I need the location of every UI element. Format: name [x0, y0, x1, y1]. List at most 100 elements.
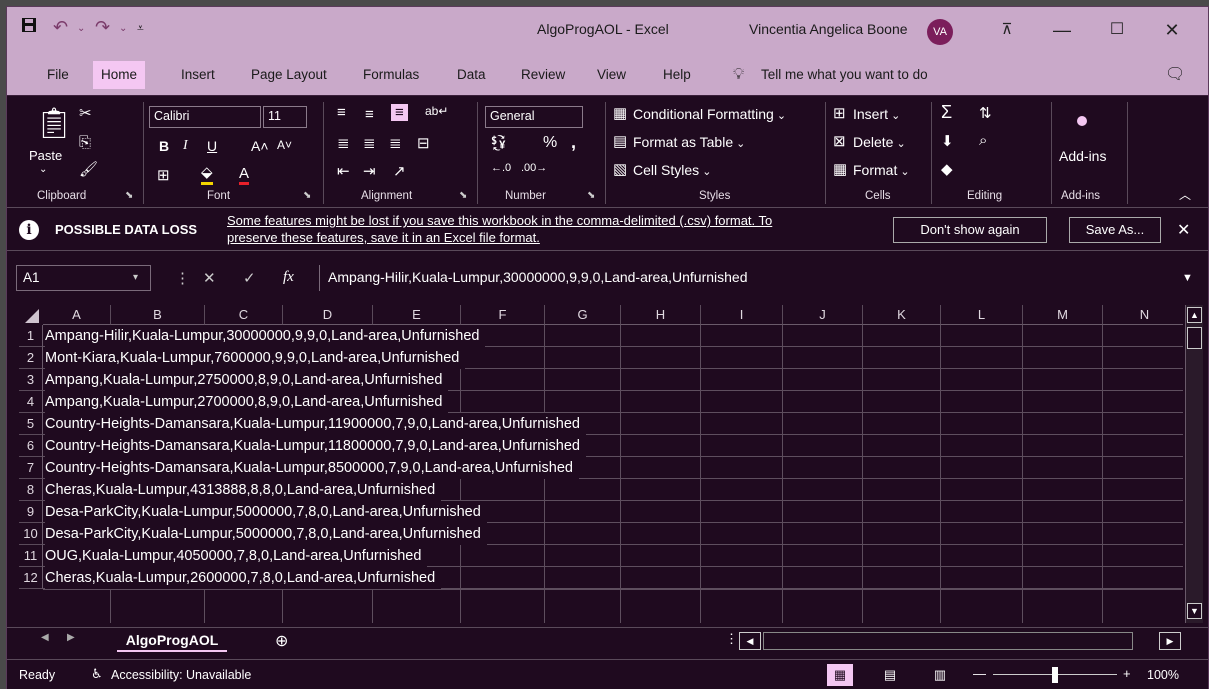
column-header-e[interactable]: E	[373, 305, 461, 325]
addins-icon[interactable]	[1077, 116, 1087, 126]
prev-sheet-icon[interactable]: ◀	[41, 632, 49, 643]
chevron-down-icon[interactable]: ▾	[133, 272, 138, 283]
chevron-down-icon[interactable]: ⌄	[897, 166, 909, 178]
column-header-f[interactable]: F	[461, 305, 545, 325]
expand-formula-bar-icon[interactable]: ▼	[1182, 272, 1193, 284]
table-row[interactable]: Desa-ParkCity,Kuala-Lumpur,5000000,7,8,0…	[45, 501, 487, 523]
row-header[interactable]: 4	[19, 391, 43, 413]
tab-page-layout[interactable]: Page Layout	[243, 61, 335, 89]
increase-font-icon[interactable]: A˄	[251, 138, 269, 154]
insert-function-icon[interactable]: fx	[283, 269, 294, 286]
format-painter-icon[interactable]: 🖌︎	[79, 160, 98, 178]
increase-decimal-icon[interactable]: ←.0	[491, 162, 511, 174]
align-right-icon[interactable]: ≣	[389, 134, 402, 152]
column-header-d[interactable]: D	[283, 305, 373, 325]
format-as-table-icon[interactable]: ▤	[613, 132, 627, 150]
chevron-down-icon[interactable]: ⌄	[119, 23, 127, 34]
row-header[interactable]: 7	[19, 457, 43, 479]
page-break-view-icon[interactable]: ▥	[927, 664, 953, 686]
tab-view[interactable]: View	[589, 61, 634, 89]
table-row[interactable]: Country-Heights-Damansara,Kuala-Lumpur,1…	[45, 413, 586, 435]
font-family-select[interactable]: Calibri	[149, 106, 261, 128]
wrap-text-icon[interactable]: ab↵	[425, 104, 448, 118]
row-header[interactable]: 1	[19, 325, 43, 347]
format-as-table-button[interactable]: Format as Table ⌄	[633, 134, 745, 150]
currency-icon[interactable]: 💱︎	[489, 134, 508, 152]
scroll-thumb[interactable]	[1187, 327, 1202, 349]
add-sheet-icon[interactable]: ⊕	[275, 631, 288, 651]
column-header-l[interactable]: L	[941, 305, 1023, 325]
borders-icon[interactable]: ⊞	[157, 166, 170, 184]
row-header[interactable]: 5	[19, 413, 43, 435]
chevron-down-icon[interactable]: ⌄	[77, 23, 85, 34]
addins-button[interactable]: Add-ins	[1059, 148, 1106, 164]
column-header-i[interactable]: I	[701, 305, 783, 325]
close-icon[interactable]: ✕	[1177, 220, 1190, 240]
normal-view-icon[interactable]: ▦	[827, 664, 853, 686]
percent-icon[interactable]: %	[543, 134, 557, 152]
row-header[interactable]: 12	[19, 567, 43, 589]
scroll-down-icon[interactable]: ▼	[1187, 603, 1202, 619]
decrease-indent-icon[interactable]: ⇤	[337, 162, 350, 180]
table-row[interactable]: Ampang-Hilir,Kuala-Lumpur,30000000,9,9,0…	[45, 325, 486, 347]
user-name[interactable]: Vincentia Angelica Boone	[749, 21, 908, 37]
avatar[interactable]: VA	[927, 19, 953, 45]
column-header-b[interactable]: B	[111, 305, 205, 325]
scroll-left-icon[interactable]: ◀	[739, 632, 761, 650]
tab-file[interactable]: File	[39, 61, 77, 89]
column-header-c[interactable]: C	[205, 305, 283, 325]
chevron-down-icon[interactable]: ⌄	[893, 138, 906, 150]
paste-label[interactable]: Paste	[29, 148, 62, 163]
collapse-ribbon-icon[interactable]: ︿	[1179, 186, 1191, 203]
delete-cells-button[interactable]: Delete ⌄	[853, 134, 906, 150]
enter-icon[interactable]: ✓	[243, 269, 256, 287]
tab-home[interactable]: Home	[93, 61, 146, 89]
column-header-a[interactable]: A	[43, 305, 111, 325]
zoom-slider-thumb[interactable]	[1052, 667, 1058, 683]
orientation-icon[interactable]: ↗	[393, 162, 406, 180]
find-select-icon[interactable]: ⌕	[979, 132, 987, 149]
table-row[interactable]: Country-Heights-Damansara,Kuala-Lumpur,1…	[45, 435, 586, 457]
decrease-decimal-icon[interactable]: .00→	[521, 162, 547, 174]
cell-styles-button[interactable]: Cell Styles ⌄	[633, 162, 711, 178]
horizontal-scrollbar[interactable]	[763, 632, 1133, 650]
comma-icon[interactable]: ,	[571, 132, 576, 153]
save-icon[interactable]	[21, 17, 37, 38]
more-options-icon[interactable]: ⋮	[725, 631, 738, 647]
next-sheet-icon[interactable]: ▶	[67, 632, 75, 643]
dialog-launcher-icon[interactable]: ⬊	[303, 190, 311, 201]
clear-icon[interactable]: ◆	[941, 160, 953, 178]
column-header-n[interactable]: N	[1103, 305, 1183, 325]
italic-icon[interactable]: I	[183, 138, 188, 154]
vertical-scrollbar[interactable]: ▲ ▼	[1185, 305, 1203, 623]
chevron-down-icon[interactable]: ⌄	[699, 166, 711, 178]
autosum-icon[interactable]: Σ	[941, 102, 952, 123]
delete-cells-icon[interactable]: ⊠	[833, 132, 846, 150]
table-row[interactable]: Country-Heights-Damansara,Kuala-Lumpur,8…	[45, 457, 579, 479]
underline-icon[interactable]: U	[207, 138, 217, 154]
chevron-down-icon[interactable]: ⌄	[888, 110, 900, 122]
insert-cells-icon[interactable]: ⊞	[833, 104, 846, 122]
column-header-h[interactable]: H	[621, 305, 701, 325]
font-color-icon[interactable]: A	[239, 166, 250, 185]
worksheet-grid[interactable]: ABCDEFGHIJKLMN 1 Ampang-Hilir,Kuala-Lumpu…	[19, 305, 1183, 623]
row-header[interactable]: 8	[19, 479, 43, 501]
tell-me-search[interactable]: Tell me what you want to do	[753, 61, 936, 89]
save-as-button[interactable]: Save As...	[1069, 217, 1161, 243]
minimize-icon[interactable]: —	[1047, 15, 1077, 45]
formula-input[interactable]: Ampang-Hilir,Kuala-Lumpur,30000000,9,9,0…	[319, 265, 1199, 291]
close-icon[interactable]: ✕	[1157, 15, 1187, 45]
bold-icon[interactable]: B	[159, 138, 169, 154]
dialog-launcher-icon[interactable]: ⬊	[125, 190, 133, 201]
undo-icon[interactable]: ↶	[53, 17, 68, 38]
conditional-formatting-button[interactable]: Conditional Formatting ⌄	[633, 106, 786, 122]
merge-center-icon[interactable]: ⊟	[417, 134, 430, 152]
paste-icon[interactable]: 📋︎	[35, 106, 73, 141]
tab-insert[interactable]: Insert	[173, 61, 223, 89]
chevron-down-icon[interactable]: ⌄	[774, 110, 786, 122]
align-center-icon[interactable]: ≣	[363, 134, 376, 152]
copy-icon[interactable]: ⎘	[79, 134, 91, 151]
row-header[interactable]: 2	[19, 347, 43, 369]
sheet-tab-algoprogaol[interactable]: AlgoProgAOL	[117, 628, 227, 652]
chevron-down-icon[interactable]: ⌄	[733, 138, 745, 150]
